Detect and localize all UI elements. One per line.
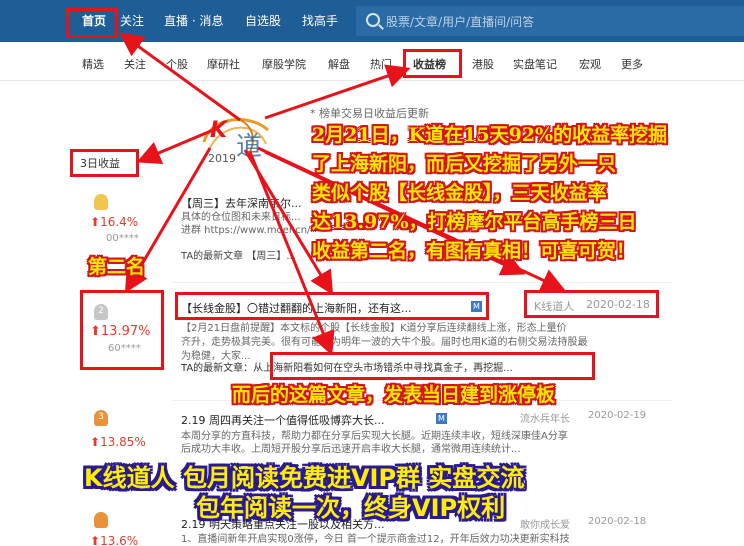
article-summary-line: 齐升，走势极其完美。很有可能成为明年一波的大牛个股。届时也用K道的右侧交易法持股… — [181, 337, 588, 348]
logo-character: 道 — [236, 132, 263, 162]
caption-line: 了上海新阳，而后又挖掘了另外一只 — [312, 153, 617, 175]
article-summary-line: 本周分享的方直科技，帮助力都在分享后实现大长腿。近期连续丰收，短线深康佳A分享 — [181, 431, 568, 442]
tab-follow[interactable]: 关注 — [124, 56, 146, 72]
caption-line: 收益第二名，有图有真相！可喜可贺！ — [312, 240, 636, 262]
row-divider — [172, 282, 672, 283]
nav-live-messages[interactable]: 直播 · 消息 — [164, 13, 223, 29]
tab-academy[interactable]: 摩股学院 — [262, 56, 306, 72]
logo-year: 2019 — [208, 152, 236, 165]
user-id[interactable]: 00**** — [106, 233, 139, 244]
highlight-box-rank2 — [80, 290, 164, 370]
publish-date: 2020-02-18 — [588, 516, 647, 527]
tab-trade-notes[interactable]: 实盘笔记 — [513, 56, 557, 72]
author-name[interactable]: 流水兵年长 — [520, 410, 570, 425]
rank-medal-icon — [94, 194, 108, 210]
article-summary-line: 具体的仓位图和未来日标... — [181, 212, 301, 223]
second-place-caption: 第二名 — [88, 256, 146, 278]
article-title[interactable]: 2.19 周四再关注一个值得低吸博弈大长... — [181, 412, 436, 428]
article-title[interactable]: 【周三】去年深南韦尔... — [181, 195, 311, 211]
logo-letter: K — [210, 118, 228, 143]
subnav-divider — [0, 80, 744, 81]
gain-percent: ⬆16.4% — [90, 215, 139, 229]
highlight-box-latest-article — [270, 352, 595, 380]
tab-featured[interactable]: 精选 — [82, 56, 104, 72]
gain-percent: ⬆13.85% — [90, 435, 146, 449]
tab-analysis[interactable]: 解盘 — [328, 56, 350, 72]
highlight-box-home — [66, 8, 118, 38]
tab-macro[interactable]: 宏观 — [579, 56, 601, 72]
search-input[interactable]: 股票/文章/用户/直播间/问答 — [386, 13, 534, 30]
highlight-box-article-title — [175, 292, 489, 320]
caption-line: 达13.97%，打榜摩尔平台高手榜三日 — [312, 211, 637, 233]
nav-follow[interactable]: 关注 — [120, 13, 144, 29]
promo-caption-line-2: 包年阅读一次，终身VIP权利 — [196, 494, 506, 522]
gain-value: 13.6% — [100, 534, 139, 546]
caption-line: 类似个股【长线金股】，三天收益率 — [312, 182, 607, 204]
tab-research[interactable]: 摩研社 — [207, 56, 240, 72]
tab-more[interactable]: 更多 — [621, 56, 643, 72]
tab-hk-stocks[interactable]: 港股 — [472, 56, 494, 72]
highlight-box-period — [70, 149, 139, 177]
search-box[interactable]: 股票/文章/用户/直播间/问答 — [356, 6, 744, 36]
highlight-box-author — [524, 290, 659, 318]
search-icon[interactable] — [366, 13, 380, 27]
screenshot: { "nav": { "items": ["首页", "关注", "直播 · 消… — [0, 0, 744, 546]
article-summary-line: 1、直播间新年开启实现0涨停，今日 首一个提示商金过12，开年后效力功决更新实科… — [181, 534, 570, 545]
tab-stocks[interactable]: 个股 — [166, 56, 188, 72]
latest-article[interactable]: TA的最新文章 【周三】... — [181, 250, 321, 263]
gain-percent: ⬆13.6% — [90, 534, 139, 546]
rank-medal-icon — [94, 512, 108, 528]
tab-hot[interactable]: 热门 — [370, 56, 392, 72]
article-summary-line: 进群 https://www.moer.cn/front/users/profi… — [181, 225, 311, 236]
nav-watchlist[interactable]: 自选股 — [245, 13, 281, 29]
article-summary-line: 【2月21日盘前提醒】本文标的个股【长线金股】K道分享后连续翻线上涨，形态上量价 — [181, 323, 567, 334]
board-update-note: * 榜单交易日收益后更新 — [310, 107, 429, 120]
caption-line: 2月21日，K道在15天92%的收益率挖掘 — [312, 124, 668, 146]
article-caption: 而后的这篇文章，发表当日建到涨停板 — [232, 384, 556, 406]
article-summary-line: 后成功大丰收。上周短开股分享后迅速开启丰收大长腿，通常微用连续统计... — [181, 444, 521, 455]
highlight-box-earnings-tab — [403, 49, 462, 78]
nav-find-experts[interactable]: 找高手 — [302, 13, 338, 29]
author-name[interactable]: 敢你成长爱 — [520, 516, 570, 531]
main-caption: 2月21日，K道在15天92%的收益率挖掘 了上海新阳，而后又挖掘了另外一只 类… — [312, 121, 667, 266]
member-badge-icon: M — [436, 413, 447, 424]
publish-date: 2020-02-19 — [588, 410, 647, 421]
gain-value: 13.85% — [100, 435, 146, 449]
k-dao-logo: K 道 2019 — [196, 112, 276, 170]
rank-medal-icon: 3 — [94, 410, 108, 426]
gain-value: 16.4% — [100, 215, 139, 229]
